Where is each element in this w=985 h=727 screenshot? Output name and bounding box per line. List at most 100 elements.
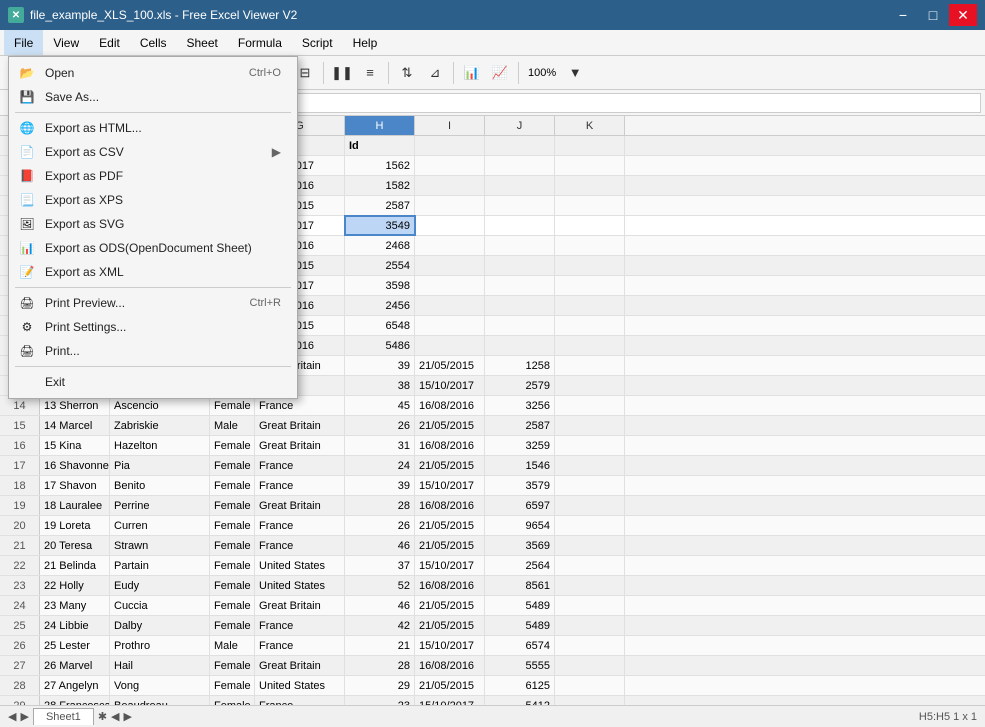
file-dropdown-menu: 📂 Open Ctrl+O 💾 Save As... 🌐 Export as H…: [8, 56, 298, 399]
toolbar-sort[interactable]: ⇅: [394, 60, 420, 86]
nav-left-icon[interactable]: ◀: [8, 710, 16, 723]
title-bar-title: file_example_XLS_100.xls - Free Excel Vi…: [30, 8, 297, 22]
menu-export-xml[interactable]: 📝 Export as XML: [9, 260, 297, 284]
toolbar-chart[interactable]: 📊: [459, 60, 485, 86]
save-as-label: Save As...: [45, 90, 99, 104]
export-pdf-label: Export as PDF: [45, 169, 123, 183]
header-col-j[interactable]: [485, 136, 555, 155]
cell-h7-selected[interactable]: 3549: [345, 216, 415, 235]
toolbar-freeze[interactable]: ❚❚: [329, 60, 355, 86]
menu-open[interactable]: 📂 Open Ctrl+O: [9, 61, 297, 85]
cell-reference: H5:H5 1 x 1: [919, 711, 977, 723]
table-row: 20 19 Loreta Curren Female France 26 21/…: [0, 516, 985, 536]
cell-j5[interactable]: [485, 176, 555, 195]
menu-file[interactable]: File: [4, 30, 43, 55]
cell-f12b[interactable]: 39: [345, 356, 415, 375]
cell-j4[interactable]: [485, 156, 555, 175]
close-button[interactable]: ✕: [949, 4, 977, 26]
save-icon: 💾: [17, 89, 37, 105]
table-row: 14 13 Sherron Ascencio Female France 45 …: [0, 396, 985, 416]
exit-label: Exit: [45, 375, 65, 389]
status-scroll-right[interactable]: ▶: [124, 710, 132, 723]
menu-script[interactable]: Script: [292, 30, 343, 55]
row-num: 26: [0, 636, 40, 655]
print-preview-icon: 🖨: [17, 295, 37, 311]
table-row: 25 24 Libbie Dalby Female France 42 21/0…: [0, 616, 985, 636]
nav-right-icon[interactable]: ▶: [20, 710, 28, 723]
col-header-h[interactable]: H: [345, 116, 415, 135]
menu-save-as[interactable]: 💾 Save As...: [9, 85, 297, 109]
menu-view[interactable]: View: [43, 30, 89, 55]
cell-k7[interactable]: [555, 216, 625, 235]
header-col-i[interactable]: [415, 136, 485, 155]
cell-k5[interactable]: [555, 176, 625, 195]
cell-i4[interactable]: [415, 156, 485, 175]
table-row: 22 21 Belinda Partain Female United Stat…: [0, 556, 985, 576]
cell-h12[interactable]: 6548: [345, 316, 415, 335]
cell-h10[interactable]: 3598: [345, 276, 415, 295]
sheet-tab-1[interactable]: Sheet1: [33, 708, 94, 725]
open-shortcut: Ctrl+O: [249, 67, 281, 79]
export-ods-label: Export as ODS(OpenDocument Sheet): [45, 241, 252, 255]
cell-g12b[interactable]: 21/05/2015: [415, 356, 485, 375]
export-ods-icon: 📊: [17, 240, 37, 256]
header-col-k[interactable]: [555, 136, 625, 155]
menu-exit[interactable]: Exit: [9, 370, 297, 394]
header-id[interactable]: Id: [345, 136, 415, 155]
cell-h9[interactable]: 2554: [345, 256, 415, 275]
app-icon: ✕: [8, 7, 24, 23]
cell-h11[interactable]: 2456: [345, 296, 415, 315]
status-scroll-left[interactable]: ◀: [111, 710, 119, 723]
minimize-button[interactable]: −: [889, 4, 917, 26]
cell-k4[interactable]: [555, 156, 625, 175]
maximize-button[interactable]: □: [919, 4, 947, 26]
cell-i5[interactable]: [415, 176, 485, 195]
row-num: 28: [0, 676, 40, 695]
table-row: 29 28 Francesca Beaudreau Female France …: [0, 696, 985, 705]
print-icon: 🖨: [17, 343, 37, 359]
toolbar-filter[interactable]: ⊿: [422, 60, 448, 86]
table-row: 21 20 Teresa Strawn Female France 46 21/…: [0, 536, 985, 556]
toolbar-sep-8: [518, 62, 519, 84]
menu-formula[interactable]: Formula: [228, 30, 292, 55]
table-row: 24 23 Many Cuccia Female Great Britain 4…: [0, 596, 985, 616]
menu-export-csv[interactable]: 📄 Export as CSV ▶: [9, 140, 297, 164]
cell-h6[interactable]: 2587: [345, 196, 415, 215]
menu-export-xps[interactable]: 📃 Export as XPS: [9, 188, 297, 212]
title-bar-left: ✕ file_example_XLS_100.xls - Free Excel …: [8, 7, 297, 23]
print-preview-shortcut: Ctrl+R: [250, 297, 281, 309]
cell-k6[interactable]: [555, 196, 625, 215]
menu-print-preview[interactable]: 🖨 Print Preview... Ctrl+R: [9, 291, 297, 315]
cell-h12b[interactable]: 1258: [485, 356, 555, 375]
menu-export-html[interactable]: 🌐 Export as HTML...: [9, 116, 297, 140]
export-html-icon: 🌐: [17, 120, 37, 136]
menu-export-ods[interactable]: 📊 Export as ODS(OpenDocument Sheet): [9, 236, 297, 260]
col-header-j[interactable]: J: [485, 116, 555, 135]
zoom-dropdown[interactable]: ▼: [562, 60, 588, 86]
menu-edit[interactable]: Edit: [89, 30, 130, 55]
cell-j7[interactable]: [485, 216, 555, 235]
cell-i6[interactable]: [415, 196, 485, 215]
menu-print[interactable]: 🖨 Print...: [9, 339, 297, 363]
print-settings-label: Print Settings...: [45, 320, 126, 334]
menu-sep-2: [15, 287, 291, 288]
cell-h13[interactable]: 5486: [345, 336, 415, 355]
toolbar-freeze2[interactable]: ≡: [357, 60, 383, 86]
menu-cells[interactable]: Cells: [130, 30, 177, 55]
toolbar-chart2[interactable]: 📈: [487, 60, 513, 86]
menu-export-svg[interactable]: 🖼 Export as SVG: [9, 212, 297, 236]
menu-print-settings[interactable]: ⚙ Print Settings...: [9, 315, 297, 339]
menu-export-pdf[interactable]: 📕 Export as PDF: [9, 164, 297, 188]
row-num: 19: [0, 496, 40, 515]
cell-i7[interactable]: [415, 216, 485, 235]
menu-sheet[interactable]: Sheet: [177, 30, 228, 55]
col-header-k[interactable]: K: [555, 116, 625, 135]
cell-h5[interactable]: 1582: [345, 176, 415, 195]
export-pdf-icon: 📕: [17, 168, 37, 184]
menu-help[interactable]: Help: [343, 30, 388, 55]
cell-j6[interactable]: [485, 196, 555, 215]
row-num: 25: [0, 616, 40, 635]
col-header-i[interactable]: I: [415, 116, 485, 135]
cell-h4[interactable]: 1562: [345, 156, 415, 175]
cell-h8[interactable]: 2468: [345, 236, 415, 255]
